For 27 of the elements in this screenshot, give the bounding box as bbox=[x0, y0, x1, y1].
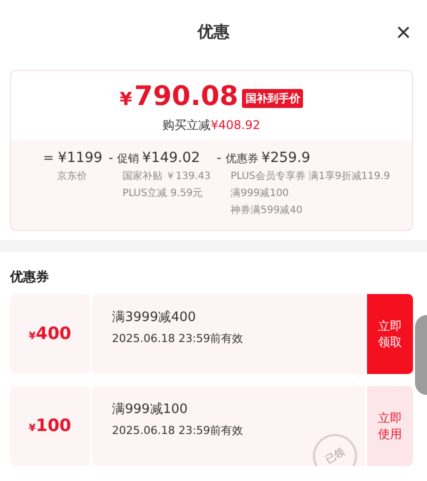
close-button[interactable]: × bbox=[392, 18, 415, 46]
side-handle[interactable] bbox=[415, 315, 427, 395]
coupon-condition: 满999减100 bbox=[112, 401, 189, 418]
use-button[interactable]: 立即使用 bbox=[367, 386, 413, 466]
claim-button[interactable]: 立即领取 bbox=[367, 294, 413, 374]
price-note: PLUS立减 9.59元 bbox=[121, 186, 204, 200]
price-note: PLUS会员专享券 满1享9折减119.9 bbox=[230, 170, 390, 183]
operator: - bbox=[108, 151, 114, 166]
saving-text: 购买立减¥408.92 bbox=[162, 117, 260, 134]
coupon-condition: 满3999减400 bbox=[112, 309, 197, 326]
coupon-validity: 2025.06.18 23:59前有效 bbox=[112, 331, 244, 346]
price-note: 满999减100 bbox=[230, 186, 290, 200]
operator: = bbox=[43, 151, 54, 166]
price-note: 国家补贴 ￥139.43 bbox=[121, 170, 211, 183]
price-amount: 促销 ¥149.02 bbox=[117, 150, 200, 166]
price-note: 京东价 bbox=[56, 170, 88, 183]
price-amount: 优惠券 ¥259.9 bbox=[225, 150, 310, 166]
coupon-validity: 2025.06.18 23:59前有效 bbox=[112, 423, 244, 438]
section-title: 优惠券 bbox=[10, 269, 50, 286]
price-amount: ¥1199 bbox=[58, 150, 102, 166]
sheet-title: 优惠 bbox=[198, 22, 230, 42]
operator: - bbox=[216, 151, 222, 166]
final-price: ¥790.08 bbox=[120, 81, 238, 114]
coupon-value: ¥400 bbox=[28, 324, 72, 344]
coupon-value: ¥100 bbox=[28, 416, 72, 436]
price-note: 神券满599减40 bbox=[230, 204, 304, 217]
price-badge: 国补到手价 bbox=[242, 89, 304, 108]
